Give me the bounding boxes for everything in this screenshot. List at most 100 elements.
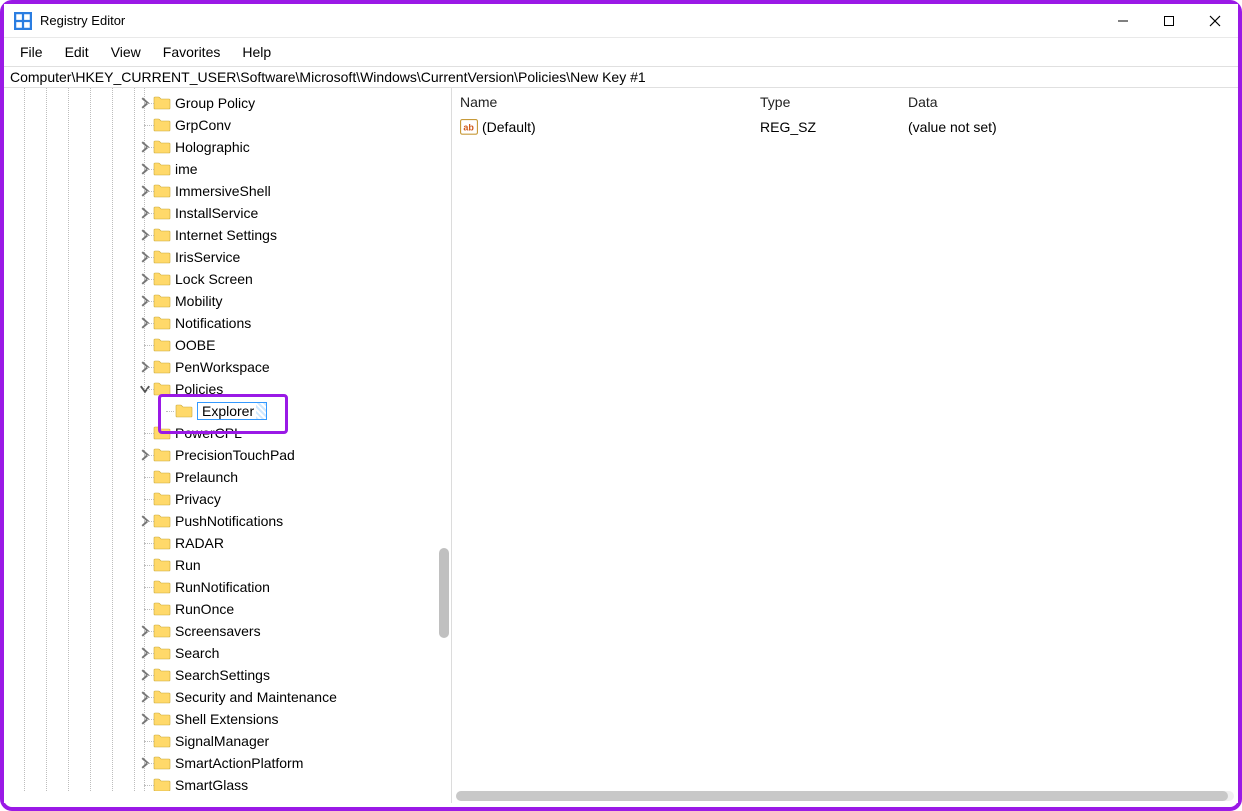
tree-item[interactable]: RADAR: [4, 532, 437, 554]
tree-item[interactable]: ime: [4, 158, 437, 180]
folder-icon: [153, 448, 171, 462]
tree-item[interactable]: Mobility: [4, 290, 437, 312]
column-header-name[interactable]: Name: [460, 94, 760, 110]
folder-icon: [153, 646, 171, 660]
tree-item[interactable]: Internet Settings: [4, 224, 437, 246]
tree-item-label: ImmersiveShell: [175, 183, 271, 199]
folder-icon: [153, 712, 171, 726]
folder-icon: [153, 118, 171, 132]
tree-item-label: RADAR: [175, 535, 224, 551]
tree-item-label: Screensavers: [175, 623, 261, 639]
menu-edit[interactable]: Edit: [55, 42, 99, 62]
tree-item[interactable]: Lock Screen: [4, 268, 437, 290]
folder-icon: [153, 514, 171, 528]
tree-item-label: IrisService: [175, 249, 240, 265]
tree-item[interactable]: OOBE: [4, 334, 437, 356]
tree-item-label: RunNotification: [175, 579, 270, 595]
tree-item[interactable]: Privacy: [4, 488, 437, 510]
tree-item[interactable]: [4, 400, 437, 422]
tree-item-label: Run: [175, 557, 201, 573]
folder-icon: [175, 404, 193, 418]
folder-icon: [153, 756, 171, 770]
tree-item-label: Policies: [175, 381, 223, 397]
folder-icon: [153, 690, 171, 704]
tree-item[interactable]: InstallService: [4, 202, 437, 224]
string-value-icon: ab: [460, 119, 478, 135]
tree-item[interactable]: RunNotification: [4, 576, 437, 598]
column-header-data[interactable]: Data: [908, 94, 1230, 110]
tree-pane: Group Policy GrpConv Holographic ime Immersi…: [4, 88, 452, 803]
tree-item[interactable]: SignalManager: [4, 730, 437, 752]
tree-item-label: PushNotifications: [175, 513, 283, 529]
folder-icon: [153, 140, 171, 154]
value-row[interactable]: ab(Default)REG_SZ(value not set): [460, 116, 1230, 138]
tree-item[interactable]: ImmersiveShell: [4, 180, 437, 202]
tree-item[interactable]: Holographic: [4, 136, 437, 158]
folder-icon: [153, 492, 171, 506]
maximize-button[interactable]: [1146, 4, 1192, 37]
folder-icon: [153, 162, 171, 176]
menu-view[interactable]: View: [101, 42, 151, 62]
tree-rename-input[interactable]: [197, 402, 267, 420]
column-header-type[interactable]: Type: [760, 94, 908, 110]
folder-icon: [153, 206, 171, 220]
menu-help[interactable]: Help: [232, 42, 281, 62]
tree-item[interactable]: Screensavers: [4, 620, 437, 642]
tree-item[interactable]: GrpConv: [4, 114, 437, 136]
tree-item[interactable]: PushNotifications: [4, 510, 437, 532]
tree-item[interactable]: Prelaunch: [4, 466, 437, 488]
folder-icon: [153, 382, 171, 396]
tree-item[interactable]: Search: [4, 642, 437, 664]
folder-icon: [153, 778, 171, 791]
tree-item-label: Group Policy: [175, 95, 255, 111]
tree-item[interactable]: Run: [4, 554, 437, 576]
tree-item[interactable]: Security and Maintenance: [4, 686, 437, 708]
tree-item[interactable]: Policies: [4, 378, 437, 400]
regedit-icon: [14, 12, 32, 30]
folder-icon: [153, 668, 171, 682]
tree-item-label: PrecisionTouchPad: [175, 447, 295, 463]
tree-item-label: InstallService: [175, 205, 258, 221]
tree-item[interactable]: PenWorkspace: [4, 356, 437, 378]
titlebar: Registry Editor: [4, 4, 1238, 38]
folder-icon: [153, 338, 171, 352]
tree-item[interactable]: SmartGlass: [4, 774, 437, 791]
tree-item-label: RunOnce: [175, 601, 234, 617]
tree-scrollbar[interactable]: [439, 88, 449, 791]
tree-item[interactable]: RunOnce: [4, 598, 437, 620]
folder-icon: [153, 272, 171, 286]
menu-file[interactable]: File: [10, 42, 53, 62]
tree-item[interactable]: PrecisionTouchPad: [4, 444, 437, 466]
values-header[interactable]: Name Type Data: [452, 88, 1238, 116]
tree-item[interactable]: Group Policy: [4, 92, 437, 114]
tree-item-label: Prelaunch: [175, 469, 238, 485]
tree-item[interactable]: PowerCPL: [4, 422, 437, 444]
tree-item[interactable]: IrisService: [4, 246, 437, 268]
tree-item-label: Mobility: [175, 293, 222, 309]
folder-icon: [153, 96, 171, 110]
minimize-button[interactable]: [1100, 4, 1146, 37]
menu-favorites[interactable]: Favorites: [153, 42, 231, 62]
value-name: (Default): [482, 119, 760, 135]
folder-icon: [153, 228, 171, 242]
tree-item[interactable]: Shell Extensions: [4, 708, 437, 730]
tree-item-label: Search: [175, 645, 219, 661]
window-title: Registry Editor: [40, 13, 125, 28]
folder-icon: [153, 316, 171, 330]
tree-item-label: ime: [175, 161, 198, 177]
folder-icon: [153, 558, 171, 572]
tree-item[interactable]: SearchSettings: [4, 664, 437, 686]
values-h-scrollbar[interactable]: [452, 789, 1238, 803]
address-bar[interactable]: Computer\HKEY_CURRENT_USER\Software\Micr…: [4, 66, 1238, 88]
folder-icon: [153, 580, 171, 594]
tree-item-label: Holographic: [175, 139, 250, 155]
folder-icon: [153, 360, 171, 374]
close-button[interactable]: [1192, 4, 1238, 37]
svg-text:ab: ab: [463, 122, 474, 132]
value-type: REG_SZ: [760, 119, 908, 135]
tree-item[interactable]: SmartActionPlatform: [4, 752, 437, 774]
tree-item[interactable]: Notifications: [4, 312, 437, 334]
tree-item-label: PowerCPL: [175, 425, 242, 441]
folder-icon: [153, 734, 171, 748]
folder-icon: [153, 426, 171, 440]
